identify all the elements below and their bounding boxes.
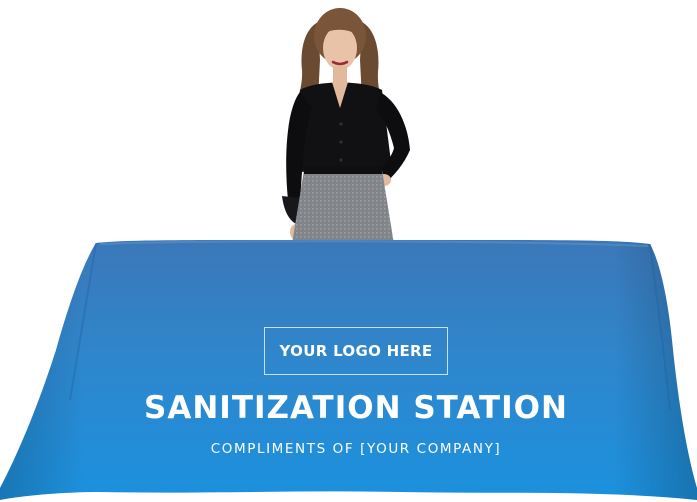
illustration	[0, 8, 697, 500]
product-scene: YOUR LOGO HERE SANITIZATION STATION COMP…	[0, 0, 697, 502]
person	[282, 8, 410, 244]
logo-placeholder-box: YOUR LOGO HERE	[264, 327, 448, 375]
logo-placeholder-text: YOUR LOGO HERE	[279, 342, 433, 360]
subline: COMPLIMENTS OF [YOUR COMPANY]	[210, 441, 502, 457]
headline: SANITIZATION STATION	[144, 390, 568, 426]
